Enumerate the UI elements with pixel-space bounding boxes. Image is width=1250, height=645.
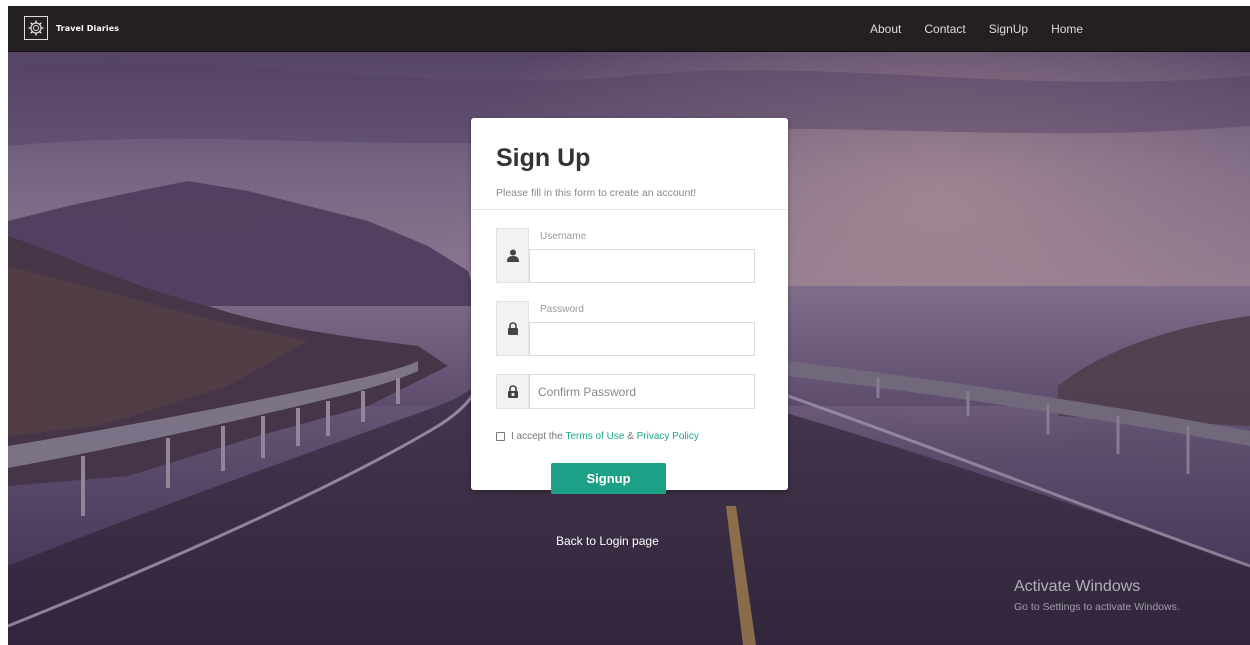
username-input[interactable] [529, 249, 755, 283]
nav-link-about[interactable]: About [870, 22, 901, 36]
terms-checkbox[interactable] [496, 432, 505, 441]
form-title: Sign Up [496, 144, 591, 172]
user-icon [496, 228, 529, 283]
navbar: Travel Diaries About Contact SignUp Home [8, 6, 1250, 52]
password-input[interactable] [529, 322, 755, 356]
password-label: Password [540, 304, 584, 315]
username-label: Username [540, 231, 587, 242]
activate-windows-subtitle: Go to Settings to activate Windows. [1014, 601, 1180, 613]
form-subtitle: Please fill in this form to create an ac… [496, 187, 697, 199]
privacy-policy-link[interactable]: Privacy Policy [637, 431, 699, 442]
activate-windows-title: Activate Windows [1014, 578, 1141, 595]
terms-of-use-link[interactable]: Terms of Use [565, 431, 624, 442]
terms-amp: & [624, 431, 637, 442]
confirm-password-input[interactable] [529, 374, 755, 409]
nav-link-signup[interactable]: SignUp [989, 22, 1028, 36]
brand[interactable]: Travel Diaries [24, 16, 119, 40]
signup-card: Sign Up Please fill in this form to crea… [471, 118, 788, 494]
nav-link-home[interactable]: Home [1051, 22, 1083, 36]
gear-logo-icon [24, 16, 48, 40]
card-divider [471, 209, 788, 210]
password-group: Password [496, 301, 755, 356]
username-group: Username [496, 228, 755, 283]
lock-icon [496, 301, 529, 356]
page-frame: Travel Diaries About Contact SignUp Home… [8, 6, 1250, 645]
brand-name: Travel Diaries [56, 23, 120, 33]
nav-link-contact[interactable]: Contact [924, 22, 965, 36]
terms-row: I accept the Terms of Use & Privacy Poli… [496, 431, 699, 442]
terms-prefix: I accept the [511, 431, 566, 442]
back-to-login-link[interactable]: Back to Login page [556, 534, 659, 548]
nav-links: About Contact SignUp Home [870, 6, 1106, 51]
lock-check-icon [496, 374, 529, 409]
confirm-password-group [496, 374, 755, 409]
signup-button[interactable]: Signup [551, 463, 666, 494]
